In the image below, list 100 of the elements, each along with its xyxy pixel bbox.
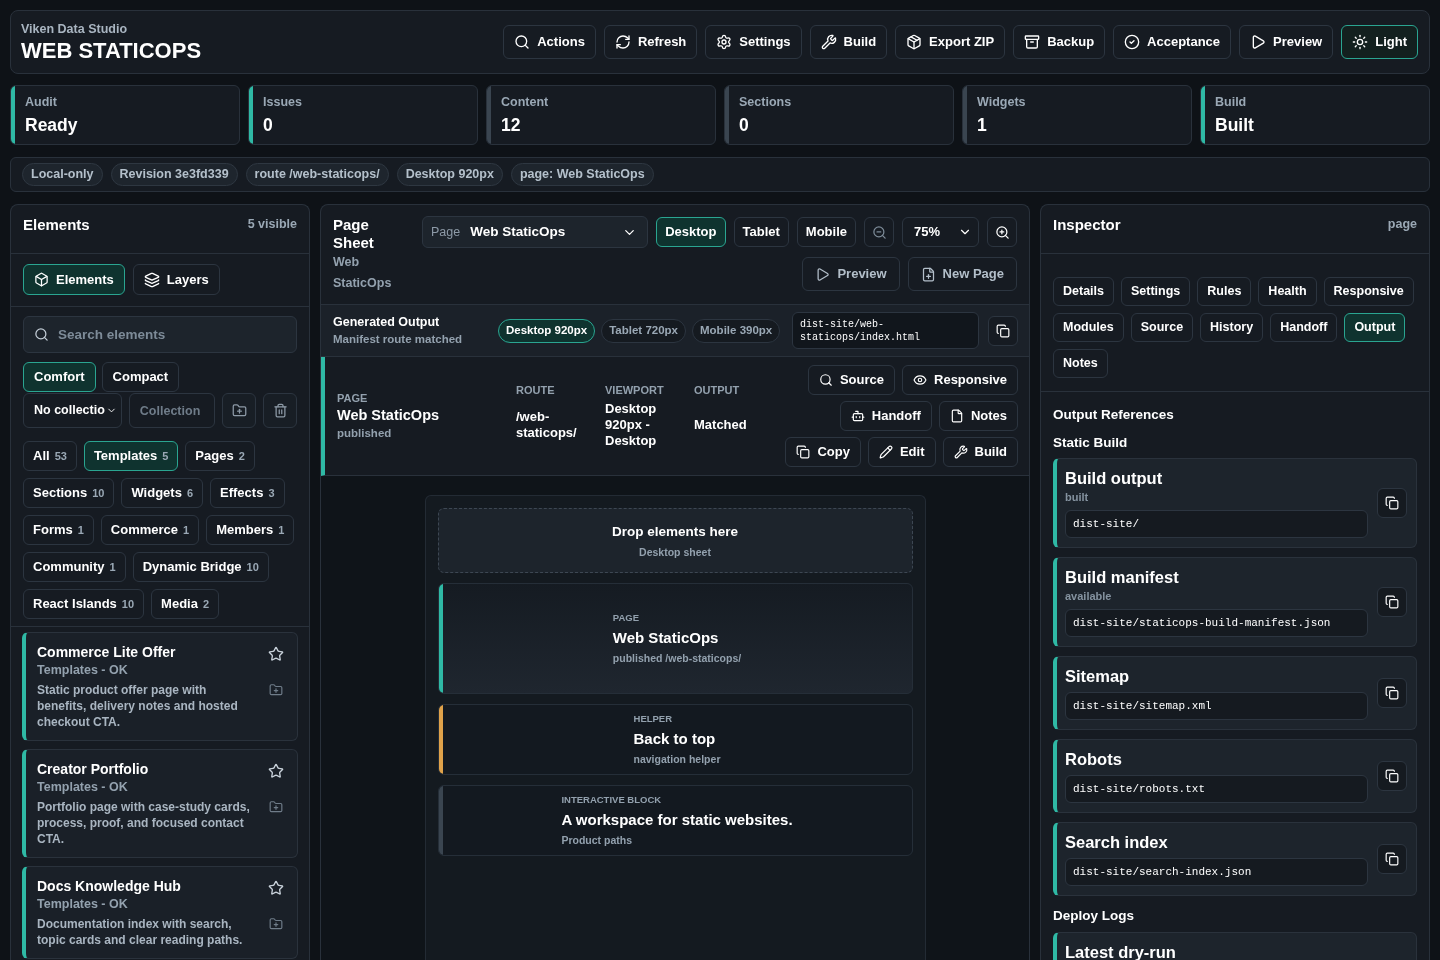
delete-button[interactable]: [263, 393, 297, 428]
toolbar-button[interactable]: Light: [1341, 25, 1418, 59]
template-card[interactable]: Commerce Lite Offer Templates - OK Static product offer page with benefits, delivery notes and hosted checkout CTA.: [22, 632, 298, 741]
toolbar-button[interactable]: Actions: [503, 25, 596, 59]
field-label: OUTPUT: [694, 383, 741, 397]
filter-chip[interactable]: Community 1: [23, 552, 126, 582]
output-path-field[interactable]: dist-site/: [1065, 510, 1368, 538]
filter-chip[interactable]: Widgets 6: [121, 478, 203, 508]
field-label: PAGE: [337, 391, 369, 405]
wrench-icon: [953, 445, 968, 459]
toolbar-button[interactable]: Refresh: [603, 25, 698, 59]
output-path-field[interactable]: dist-site/web-staticops/index.html: [792, 312, 979, 349]
template-card[interactable]: Docs Knowledge Hub Templates - OK Documentation index with search, topic cards and clear reading paths.: [22, 866, 298, 959]
settings-icon: [716, 34, 733, 50]
filter-chip[interactable]: Dynamic Bridge 10: [132, 552, 269, 582]
panel-tab[interactable]: Layers: [132, 264, 220, 295]
inspector-tab[interactable]: Details: [1053, 277, 1114, 306]
card-meta: Templates - OK: [37, 779, 129, 796]
toolbar-button[interactable]: Preview: [1239, 25, 1334, 59]
stat-label: Content: [501, 94, 549, 111]
panel-tab[interactable]: Elements: [23, 264, 125, 295]
drop-zone[interactable]: Drop elements here Desktop sheet: [437, 508, 913, 573]
filter-chip[interactable]: All 53: [23, 441, 77, 471]
zoom-select[interactable]: 75%: [902, 217, 979, 247]
folder-plus-icon[interactable]: [269, 800, 283, 814]
sheet-action-button[interactable]: New Page: [907, 257, 1017, 291]
filter-chip[interactable]: Pages 2: [185, 441, 255, 471]
card-meta: Templates - OK: [37, 896, 129, 913]
folder-plus-icon[interactable]: [269, 683, 283, 697]
play-icon: [1250, 34, 1267, 50]
output-path-field[interactable]: dist-site/sitemap.xml: [1065, 692, 1368, 720]
summary-action-button[interactable]: Copy: [785, 437, 861, 467]
canvas-block[interactable]: INTERACTIVE BLOCK A workspace for static websites. Product paths: [437, 785, 913, 856]
inspector-tab[interactable]: Settings: [1121, 277, 1191, 306]
summary-action-button[interactable]: Notes: [938, 401, 1018, 431]
copy-button[interactable]: [1377, 761, 1407, 791]
field-value: /web-staticops/: [516, 409, 578, 441]
inspector-tab[interactable]: History: [1200, 313, 1264, 342]
summary-action-button[interactable]: Responsive: [902, 365, 1018, 395]
zoom-in-button[interactable]: [987, 217, 1017, 247]
inspector-tab[interactable]: Source: [1130, 313, 1194, 342]
filter-chip[interactable]: React Islands 10: [23, 589, 145, 619]
summary-action-button[interactable]: Source: [807, 365, 895, 395]
viewport-tab[interactable]: Desktop: [656, 217, 726, 247]
filter-chip[interactable]: Members 1: [206, 515, 295, 545]
inspector-tab[interactable]: Output: [1344, 313, 1406, 342]
filter-chip[interactable]: Templates 5: [83, 441, 179, 471]
viewport-tab[interactable]: Tablet: [733, 217, 789, 247]
filter-chip[interactable]: Forms 1: [23, 515, 94, 545]
copy-icon: [796, 445, 811, 459]
inspector-tab[interactable]: Handoff: [1270, 313, 1338, 342]
output-path-field[interactable]: dist-site/search-index.json: [1065, 858, 1368, 886]
page-select[interactable]: Page Web StaticOps: [422, 216, 649, 248]
canvas-block[interactable]: PAGE Web StaticOps published /web-staticops/: [437, 583, 913, 694]
collection-select[interactable]: No collectio: [23, 393, 122, 428]
copy-button[interactable]: [988, 315, 1018, 346]
inspector-tab[interactable]: Rules: [1197, 277, 1252, 306]
play-icon: [815, 266, 831, 282]
toolbar-button[interactable]: Export ZIP: [895, 25, 1006, 59]
toolbar-button[interactable]: Settings: [705, 25, 802, 59]
collection-field[interactable]: Collection: [128, 393, 215, 428]
copy-button[interactable]: [1377, 488, 1407, 518]
copy-button[interactable]: [1377, 844, 1407, 874]
summary-action-button[interactable]: Build: [942, 437, 1018, 467]
toolbar-button[interactable]: Backup: [1013, 25, 1106, 59]
star-icon[interactable]: [268, 880, 284, 896]
viewport-chip[interactable]: Mobile 390px: [692, 318, 781, 343]
filter-chip[interactable]: Commerce 1: [100, 515, 200, 545]
app-subtitle: Viken Data Studio: [21, 20, 129, 37]
star-icon[interactable]: [268, 646, 284, 662]
canvas-block[interactable]: HELPER Back to top navigation helper: [437, 704, 913, 775]
viewport-chip[interactable]: Desktop 920px: [498, 318, 596, 343]
filter-chip[interactable]: Media 2: [151, 589, 220, 619]
output-path-field[interactable]: dist-site/staticops-build-manifest.json: [1065, 609, 1368, 637]
add-folder-button[interactable]: [222, 393, 256, 428]
zoom-out-button[interactable]: [864, 217, 894, 247]
viewport-tab[interactable]: Mobile: [796, 217, 856, 247]
toolbar-button[interactable]: Acceptance: [1113, 25, 1232, 59]
inspector-tab[interactable]: Modules: [1053, 313, 1124, 342]
inspector-tab[interactable]: Notes: [1053, 349, 1108, 378]
filter-chip[interactable]: Effects 3: [210, 478, 285, 508]
search-field[interactable]: Search elements: [23, 316, 297, 353]
toolbar-button[interactable]: Build: [809, 25, 888, 59]
summary-action-button[interactable]: Handoff: [839, 401, 932, 431]
output-path-field[interactable]: dist-site/robots.txt: [1065, 775, 1368, 803]
viewport-chip[interactable]: Tablet 720px: [601, 318, 686, 343]
sheet-action-button[interactable]: Preview: [802, 257, 900, 291]
star-icon[interactable]: [268, 763, 284, 779]
summary-action-button[interactable]: Edit: [867, 437, 936, 467]
copy-icon: [1385, 769, 1399, 783]
inspector-tab[interactable]: Health: [1258, 277, 1317, 306]
template-card[interactable]: Creator Portfolio Templates - OK Portfolio page with case-study cards, process, proof, and focused contact CTA.: [22, 749, 298, 858]
density-toggle[interactable]: Compact: [101, 362, 180, 392]
refresh-icon: [614, 34, 631, 50]
folder-plus-icon[interactable]: [269, 917, 283, 931]
copy-button[interactable]: [1377, 587, 1407, 617]
inspector-tab[interactable]: Responsive: [1323, 277, 1414, 306]
copy-button[interactable]: [1377, 678, 1407, 708]
filter-chip[interactable]: Sections 10: [23, 478, 115, 508]
density-toggle[interactable]: Comfort: [23, 362, 96, 392]
